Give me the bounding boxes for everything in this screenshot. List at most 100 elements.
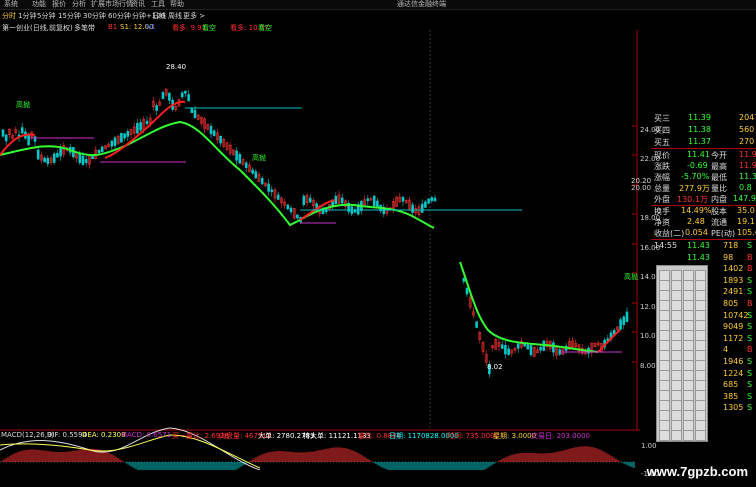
draw-tool-button[interactable] xyxy=(659,430,670,441)
menu-bar: 系统 功能 报价 分析 扩展市场行情 资讯 工具 帮助 通达信金融终端 xyxy=(0,0,756,10)
bid-row: 买四 11.38 560 xyxy=(651,125,756,136)
tick-volume: 685 xyxy=(723,380,739,390)
watermark: www.7gpzb.com xyxy=(646,464,748,479)
tab-daily[interactable]: 日线 xyxy=(152,11,166,21)
macd-infobar: MACD(12,26,9) DIF: 0.5594 DEA: 0.2308 MA… xyxy=(0,431,640,442)
macd-dif: DIF: 0.5594 xyxy=(47,431,88,439)
menu-system[interactable]: 系统 xyxy=(4,0,18,9)
bid-vol: 270 xyxy=(739,137,755,146)
tick-volume: 1172 xyxy=(723,333,744,343)
bid-vol: 560 xyxy=(739,125,755,134)
quote-value: 11.3 xyxy=(739,172,756,181)
tick-volume: 1402 xyxy=(723,264,744,274)
tab-1min[interactable]: 1分钟 xyxy=(18,11,36,21)
menu-analysis[interactable]: 分析 xyxy=(72,0,86,9)
tick-side: B xyxy=(747,345,753,355)
tick-side: B xyxy=(747,264,753,274)
high-price-label: 28.40 xyxy=(166,63,187,71)
tab-5min[interactable]: 5分钟 xyxy=(37,11,55,21)
quote-row: 外盘 130.1万 内盘 147.9 xyxy=(651,194,756,205)
candlestick-chart[interactable] xyxy=(0,30,640,470)
tick-volume: 4 xyxy=(723,345,729,355)
quote-label: 量比 xyxy=(711,184,727,193)
quote-value: 11.9 xyxy=(739,150,756,159)
stat-label: 换手 xyxy=(654,207,670,216)
tick-price: 11.43 xyxy=(687,241,710,250)
bid-row: 买五 11.37 270 xyxy=(651,137,756,148)
tick-volume: 98 xyxy=(723,252,734,262)
quote-label: 涨幅 xyxy=(654,173,670,182)
menu-quote[interactable]: 报价 xyxy=(52,0,66,9)
stat-label: 股本 xyxy=(711,207,727,216)
quote-row: 涨跌 -0.69 最高 11.9 xyxy=(651,161,756,172)
tradeday-value: 交易日: 203.0000 xyxy=(531,432,590,440)
tick-side: S xyxy=(747,322,753,332)
tab-weekly[interactable]: 周线 xyxy=(168,11,182,21)
weekday-value: 星期: 3.0000 xyxy=(493,432,537,440)
stat-value: 35.0 xyxy=(737,206,755,215)
tab-more[interactable]: 更多 > xyxy=(183,11,205,21)
tick-volume: 2491 xyxy=(723,287,744,297)
stat-row: 换手 14.49% 股本 35.0 xyxy=(651,206,756,217)
draw-tool-button[interactable] xyxy=(695,430,706,441)
quote-value: 147.9 xyxy=(733,194,756,203)
stat-value: 14.49% xyxy=(681,206,712,215)
candles xyxy=(1,88,629,378)
tick-volume: 805 xyxy=(723,299,739,308)
bid-row: 买三 11.39 2047 xyxy=(651,113,756,124)
stat-label: PE(动) xyxy=(711,229,736,238)
tick-volume: 1305 xyxy=(723,403,744,413)
menu-tools[interactable]: 工具 xyxy=(151,0,165,9)
quote-value: 11.41 xyxy=(687,150,710,159)
tick-volume: 10742 xyxy=(723,310,749,320)
drawing-toolbox[interactable] xyxy=(656,265,708,442)
quote-value: -0.69 xyxy=(687,161,708,170)
signal-tag-1: 高抛 xyxy=(16,101,30,109)
tab-15min[interactable]: 15分钟 xyxy=(58,11,81,21)
period-toolbar: 分时 1分钟 5分钟 15分钟 30分钟 60分钟 分钟+120 日线 周线 更… xyxy=(0,10,756,22)
stat-row: 净资 2.48 流通 19.1 xyxy=(651,217,756,228)
menu-help[interactable]: 帮助 xyxy=(170,0,184,9)
quote-value: 0.8 xyxy=(739,183,752,192)
macd-dea: DEA: 0.2308 xyxy=(82,431,126,439)
tick-side: S xyxy=(747,275,753,285)
tick-volume: 718 xyxy=(723,241,739,250)
tab-fenshi[interactable]: 分时 xyxy=(2,11,16,21)
tick-side: S xyxy=(747,380,753,390)
tick-side: B xyxy=(747,252,753,262)
tick-row: 11.43 98 B xyxy=(651,253,756,264)
signal-tag-2: 高抛 xyxy=(252,154,266,162)
menu-function[interactable]: 功能 xyxy=(32,0,46,9)
tick-volume: 9049 xyxy=(723,322,744,332)
quote-label: 现价 xyxy=(654,151,670,160)
tick-side: S xyxy=(747,333,753,343)
menu-news[interactable]: 资讯 xyxy=(131,0,145,9)
quote-value: 11.9 xyxy=(739,161,756,170)
quote-label: 涨跌 xyxy=(654,162,670,171)
tick-side: S xyxy=(747,241,753,250)
quote-label: 最高 xyxy=(711,162,727,171)
stat-value: 19.1 xyxy=(737,217,755,226)
quote-label: 外盘 xyxy=(654,195,670,204)
quote-value: 277.9万 xyxy=(679,184,710,193)
quote-value: 130.1万 xyxy=(677,195,708,204)
tick-volume: 1224 xyxy=(723,368,744,378)
stat-value: 0.054 xyxy=(685,228,708,237)
quote-label: 总量 xyxy=(654,184,670,193)
quote-value: -5.70% xyxy=(681,172,710,181)
tab-30min[interactable]: 30分钟 xyxy=(83,11,106,21)
draw-tool-button[interactable] xyxy=(671,430,682,441)
menu-extended-market[interactable]: 扩展市场行情 xyxy=(91,0,133,9)
quote-label: 最低 xyxy=(711,173,727,182)
tick-side: S xyxy=(747,357,753,366)
tick-row: 14:55 11.43 718 S xyxy=(651,241,756,252)
draw-tool-button[interactable] xyxy=(683,430,694,441)
signal-tag-3: 高抛 xyxy=(624,273,638,281)
bid-price: 11.38 xyxy=(688,125,711,134)
time-value: 时间: 735.0000 xyxy=(447,432,499,440)
quote-row: 总量 277.9万 量比 0.8 xyxy=(651,183,756,194)
price-ticks xyxy=(632,125,637,363)
tick-side: S xyxy=(747,391,753,401)
quote-label: 今开 xyxy=(711,151,727,160)
tab-60min[interactable]: 60分钟 xyxy=(108,11,131,21)
